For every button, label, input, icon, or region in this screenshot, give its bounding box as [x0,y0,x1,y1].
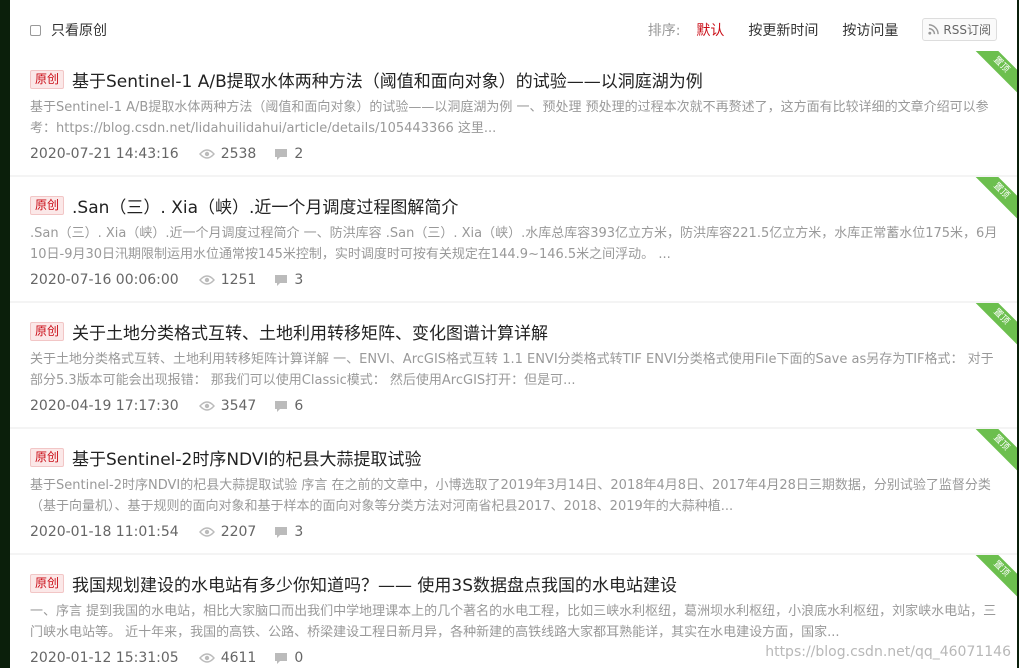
sort-bar: 排序: 默认 按更新时间 按访问量 RSS订阅 [648,18,997,41]
sort-label: 排序: [647,22,681,39]
comment-count-value: 2 [294,146,304,162]
pinned-ribbon: 置顶 [969,429,1017,475]
comment-icon [275,148,288,160]
comment-count: 3 [274,272,303,288]
comment-icon [275,652,288,664]
view-count-value: 2538 [220,146,257,162]
sort-default-option[interactable]: 默认 [696,20,724,40]
eye-icon [198,653,215,663]
comment-count-value: 3 [294,524,304,540]
article-title[interactable]: .San（三）. Xia（峡）.近一个月调度过程图解简介 [72,193,458,218]
view-count: 2538 [198,146,257,162]
rss-subscribe-button[interactable]: RSS订阅 [922,18,997,41]
article-meta: 2020-04-19 17:17:30 3547 6 [30,398,303,414]
article-date: 2020-01-12 15:31:05 [30,650,179,666]
eye-icon [198,401,215,411]
view-count: 3547 [198,398,257,414]
comment-icon [275,274,288,286]
view-count-value: 1251 [220,272,257,288]
view-count-value: 3547 [220,398,257,414]
comment-count-value: 3 [294,272,304,288]
article-meta: 2020-01-18 11:01:54 2207 3 [30,524,303,540]
article-item[interactable]: 置顶 原创 基于Sentinel-1 A/B提取水体两种方法（阈值和面向对象）的… [10,51,1017,175]
original-badge: 原创 [30,196,65,215]
view-count: 2207 [198,524,257,540]
article-date: 2020-07-16 00:06:00 [30,272,179,288]
article-title[interactable]: 我国规划建设的水电站有多少你知道吗？—— 使用3S数据盘点我国的水电站建设 [72,571,677,596]
only-original-label: 只看原创 [51,23,107,39]
comment-icon [275,400,288,412]
article-summary: 基于Sentinel-1 A/B提取水体两种方法（阈值和面向对象）的试验——以洞… [30,100,989,136]
list-toolbar: 只看原创 排序: 默认 按更新时间 按访问量 RSS订阅 [10,0,1017,58]
article-item[interactable]: 置顶 原创 .San（三）. Xia（峡）.近一个月调度过程图解简介 .San（… [10,177,1017,301]
article-date: 2020-07-21 14:43:16 [30,146,179,162]
eye-icon [198,275,215,285]
original-badge: 原创 [30,70,65,89]
view-count: 1251 [198,272,257,288]
sort-by-update-option[interactable]: 按更新时间 [748,20,818,40]
comment-count: 0 [274,650,303,666]
article-title[interactable]: 关于土地分类格式互转、土地利用转移矩阵、变化图谱计算详解 [72,319,548,344]
article-summary: 基于Sentinel-2时序NDVI的杞县大蒜提取试验 序言 在之前的文章中，小… [30,478,991,514]
article-summary: .San（三）. Xia（峡）.近一个月调度过程简介 一、防洪库容 .San（三… [30,226,998,262]
eye-icon [198,149,215,159]
original-badge: 原创 [30,448,65,467]
comment-count-value: 6 [294,398,304,414]
article-item[interactable]: 置顶 原创 基于Sentinel-2时序NDVI的杞县大蒜提取试验 基于Sent… [10,429,1017,553]
sort-by-views-option[interactable]: 按访问量 [842,20,898,40]
article-meta: 2020-07-16 00:06:00 1251 3 [30,272,303,288]
original-badge: 原创 [30,322,65,341]
rss-icon [928,24,940,35]
article-title[interactable]: 基于Sentinel-1 A/B提取水体两种方法（阈值和面向对象）的试验——以洞… [72,67,703,92]
watermark-url: https://blog.csdn.net/qq_46071146 [765,644,1011,660]
eye-icon [198,527,215,537]
only-original-checkbox[interactable] [30,24,41,36]
pinned-ribbon: 置顶 [969,177,1017,223]
article-title[interactable]: 基于Sentinel-2时序NDVI的杞县大蒜提取试验 [72,445,421,470]
article-list-panel: 只看原创 排序: 默认 按更新时间 按访问量 RSS订阅 置顶 原创 基于Sen… [10,0,1017,668]
comment-count-value: 0 [294,650,304,666]
original-badge: 原创 [30,574,65,593]
view-count-value: 2207 [220,524,257,540]
rss-label: RSS订阅 [943,23,991,37]
article-item[interactable]: 置顶 原创 关于土地分类格式互转、土地利用转移矩阵、变化图谱计算详解 关于土地分… [10,303,1017,427]
comment-count: 6 [274,398,303,414]
pinned-ribbon: 置顶 [969,51,1017,97]
comment-count: 3 [274,524,303,540]
article-summary: 关于土地分类格式互转、土地利用转移矩阵计算详解 一、ENVI、ArcGIS格式互… [30,352,994,388]
view-count-value: 4611 [220,650,257,666]
comment-count: 2 [274,146,303,162]
pinned-ribbon: 置顶 [969,303,1017,349]
article-meta: 2020-07-21 14:43:16 2538 2 [30,146,303,162]
article-meta: 2020-01-12 15:31:05 4611 0 [30,650,303,666]
comment-icon [275,526,288,538]
only-original-filter[interactable]: 只看原创 [30,20,107,40]
article-date: 2020-01-18 11:01:54 [30,524,179,540]
article-summary: 一、序言 提到我国的水电站，相比大家脑口而出我们中学地理课本上的几个著名的水电工… [30,604,997,640]
view-count: 4611 [198,650,257,666]
article-date: 2020-04-19 17:17:30 [30,398,179,414]
pinned-ribbon: 置顶 [969,555,1017,601]
